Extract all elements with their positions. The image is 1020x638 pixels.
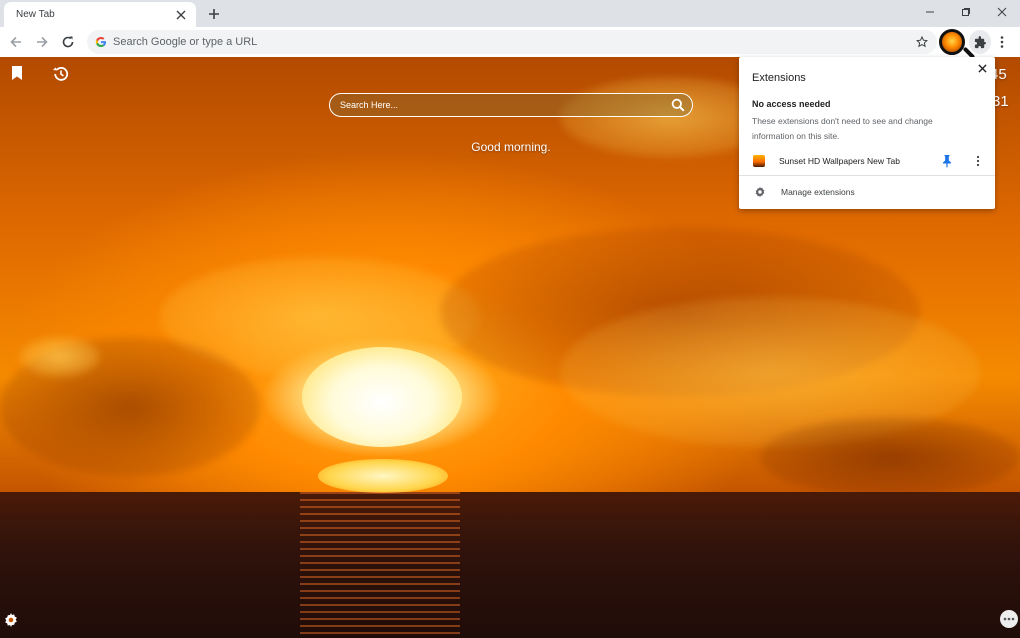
window-controls [912,0,1020,24]
extensions-button[interactable] [969,30,991,54]
page-search-box[interactable] [329,93,693,117]
sunset-extension-button[interactable] [939,29,965,55]
omnibox-input[interactable] [113,36,911,48]
kebab-icon [1000,36,1004,48]
reload-icon [62,36,74,48]
cloud [20,337,100,377]
sun [302,347,462,447]
extension-more-button[interactable] [973,154,983,168]
google-g-icon [95,37,106,47]
gear-icon [5,613,17,627]
restore-button[interactable] [948,0,984,24]
extension-item[interactable]: Sunset HD Wallpapers New Tab [739,151,995,173]
extension-name: Sunset HD Wallpapers New Tab [779,156,900,166]
more-options-button[interactable] [1000,610,1018,628]
history-icon [53,67,69,81]
arrow-right-icon [37,36,48,48]
star-icon [916,36,928,48]
sun-reflection [300,492,460,638]
bookmarks-button[interactable] [10,65,26,83]
section-title: No access needed [752,99,831,109]
tab-new-tab[interactable]: New Tab [4,2,196,27]
page-search-input[interactable] [340,100,670,110]
popup-close-button[interactable] [975,61,989,75]
search-submit-button[interactable] [670,97,686,113]
back-button[interactable] [4,30,28,54]
minimize-button[interactable] [912,0,948,24]
sun-lower-half [318,459,448,493]
close-icon [977,63,987,73]
close-window-button[interactable] [984,0,1020,24]
history-button[interactable] [52,65,70,83]
browser-menu-button[interactable] [993,30,1011,54]
toolbar [0,27,1020,60]
sea [0,492,1020,638]
more-dots-icon [1003,617,1015,621]
new-tab-button[interactable] [205,5,223,23]
sunset-favicon-icon [753,155,765,167]
popup-divider [739,175,995,176]
close-icon [997,7,1007,17]
browser-window: New Tab Search Google or type a URL Sear… [0,0,1020,638]
greeting-text: Good morning. [471,140,551,154]
extensions-popup: Extensions No access needed These extens… [739,57,995,209]
close-icon[interactable] [174,8,188,22]
omnibox[interactable] [87,30,937,54]
reload-button[interactable] [56,30,80,54]
bookmark-icon [12,66,22,80]
puzzle-icon [974,35,986,48]
minimize-icon [926,11,934,13]
pin-icon [943,155,951,168]
section-description: These extensions don't need to see and c… [752,116,933,141]
manage-extensions-button[interactable]: Manage extensions [739,182,995,202]
gear-icon [755,186,765,198]
popup-title: Extensions [752,72,806,84]
manage-extensions-label: Manage extensions [781,187,855,197]
pin-button[interactable] [941,154,953,168]
kebab-icon [976,155,980,167]
bookmark-star-button[interactable] [911,31,933,53]
search-icon [671,98,685,112]
tab-strip: New Tab [0,0,1020,27]
plus-icon [209,9,219,19]
forward-button[interactable] [30,30,54,54]
cloud [760,417,1020,497]
settings-button[interactable] [3,612,19,628]
arrow-left-icon [10,36,21,48]
restore-icon [962,8,970,16]
tab-title: New Tab [16,9,55,20]
